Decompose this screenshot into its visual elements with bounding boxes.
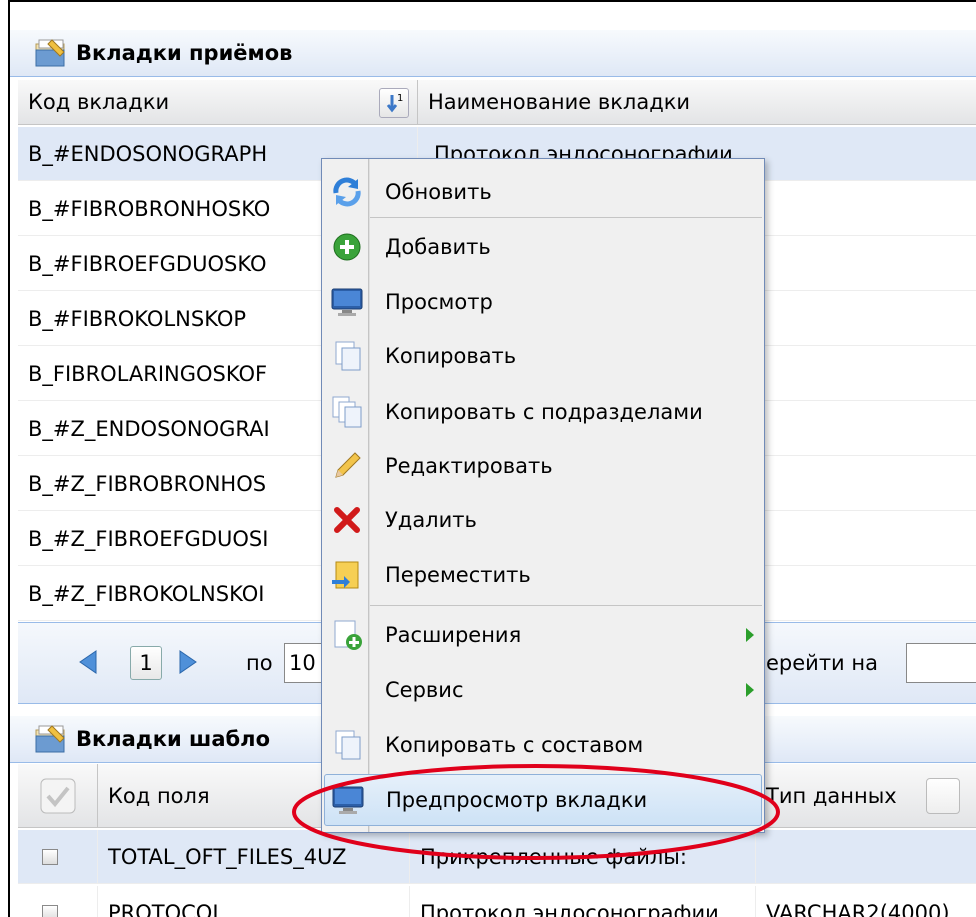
cell-field-name: Прикрепленные файлы: <box>410 830 756 883</box>
table-row[interactable]: TOTAL_OFT_FILES_4UZ Прикрепленные файлы: <box>18 830 976 884</box>
submenu-arrow-icon <box>746 628 754 642</box>
monitor-icon <box>331 783 365 817</box>
menu-item-view[interactable]: Просмотр <box>324 276 762 328</box>
panel-title-bar: Вкладки приёмов <box>10 30 976 77</box>
menu-icon-placeholder <box>330 673 364 707</box>
goto-label: ерейти на <box>766 651 878 675</box>
row-checkbox[interactable] <box>18 886 98 917</box>
menu-item-copy-with-content[interactable]: Копировать с составом <box>324 719 762 771</box>
monitor-icon <box>330 285 364 319</box>
checkmark-icon <box>40 778 75 813</box>
svg-text:1: 1 <box>397 93 403 104</box>
sort-icon[interactable]: 1 <box>379 88 409 118</box>
move-icon <box>330 558 364 592</box>
copy-icon <box>330 339 364 373</box>
cell-field-name: Протокол эндосонографии <box>410 886 756 917</box>
goto-input[interactable] <box>906 643 976 683</box>
menu-item-label: Редактировать <box>385 454 553 478</box>
folder-edit-icon <box>34 724 68 754</box>
grid-header: Код вкладки 1 Наименование вкладки <box>18 80 976 125</box>
next-page-icon[interactable] <box>176 649 200 680</box>
row-checkbox[interactable] <box>18 830 98 883</box>
menu-item-label: Просмотр <box>385 290 493 314</box>
menu-separator <box>370 605 762 606</box>
folder-edit-icon <box>34 38 68 68</box>
menu-item-label: Сервис <box>385 678 464 702</box>
menu-item-service[interactable]: Сервис <box>324 664 762 716</box>
panel-title: Вкладки приёмов <box>76 41 293 65</box>
menu-item-refresh[interactable]: Обновить <box>324 166 762 218</box>
checkbox-icon[interactable] <box>42 904 58 917</box>
copy-icon <box>330 728 364 762</box>
menu-item-label: Расширения <box>385 623 522 647</box>
table-row[interactable]: PROTOCOL Протокол эндосонографии VARCHAR2(… <box>18 886 976 917</box>
menu-item-label: Предпросмотр вкладки <box>386 788 648 812</box>
context-menu: Обновить Добавить Просмотр Копировать Копиро… <box>321 158 765 833</box>
menu-item-delete[interactable]: Удалить <box>324 494 762 546</box>
menu-item-preview-tab[interactable]: Предпросмотр вкладки <box>324 774 762 826</box>
delete-icon <box>330 503 364 537</box>
cell-data-type <box>756 830 976 883</box>
menu-item-label: Переместить <box>385 563 531 587</box>
checkbox-icon[interactable] <box>42 848 58 865</box>
column-header-code[interactable]: Код вкладки 1 <box>18 80 418 124</box>
menu-item-add[interactable]: Добавить <box>324 221 762 273</box>
menu-item-edit[interactable]: Редактировать <box>324 440 762 492</box>
menu-item-label: Обновить <box>385 180 492 204</box>
submenu-arrow-icon <box>746 683 754 697</box>
menu-item-label: Добавить <box>385 235 491 259</box>
menu-item-move[interactable]: Переместить <box>324 549 762 601</box>
menu-item-copy-with-subsections[interactable]: Копировать с подразделами <box>324 386 762 438</box>
add-icon <box>330 230 364 264</box>
cell-data-type: VARCHAR2(4000) <box>756 886 976 917</box>
bottom-panel-title: Вкладки шабло <box>76 727 270 751</box>
column-menu-button[interactable] <box>926 778 960 814</box>
menu-item-label: Копировать с подразделами <box>385 400 703 424</box>
per-page-label: по <box>246 651 273 675</box>
extensions-icon <box>330 618 364 652</box>
menu-item-label: Копировать с составом <box>385 733 644 757</box>
menu-item-label: Копировать <box>385 344 517 368</box>
cell-field-code: TOTAL_OFT_FILES_4UZ <box>98 830 410 883</box>
page-number-input[interactable]: 1 <box>130 646 162 680</box>
menu-item-copy[interactable]: Копировать <box>324 330 762 382</box>
column-header-data-type[interactable]: Тип данных <box>756 764 976 827</box>
menu-separator <box>370 217 762 218</box>
prev-page-icon[interactable] <box>76 649 100 680</box>
column-header-name[interactable]: Наименование вкладки <box>418 80 976 124</box>
menu-item-label: Удалить <box>385 508 477 532</box>
cell-field-code: PROTOCOL <box>98 886 410 917</box>
copy-multi-icon <box>330 395 364 429</box>
select-all-checkbox[interactable] <box>18 764 98 827</box>
application-frame: Вкладки приёмов Код вкладки 1 Наименован… <box>8 0 976 917</box>
refresh-icon <box>330 175 364 209</box>
menu-item-extensions[interactable]: Расширения <box>324 609 762 661</box>
pencil-icon <box>330 449 364 483</box>
